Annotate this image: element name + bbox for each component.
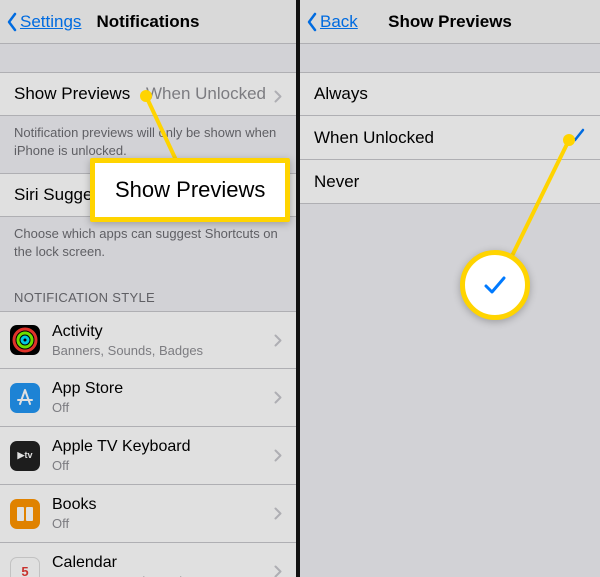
calendar-icon: 5 [10,557,40,577]
annotation-callout [460,250,530,320]
app-name: App Store [52,380,266,398]
appletv-icon: ▶tv [10,441,40,471]
chevron-right-icon [274,449,282,462]
app-row[interactable]: Books Off [0,485,296,543]
chevron-right-icon [274,334,282,347]
option-row[interactable]: Always [300,72,600,116]
app-subtitle: Off [52,516,266,531]
app-row[interactable]: ▶tv Apple TV Keyboard Off [0,427,296,485]
checkmark-icon [481,271,509,299]
app-text: Activity Banners, Sounds, Badges [52,323,266,358]
appstore-icon [10,383,40,413]
show-previews-footer: Notification previews will only be shown… [0,116,296,173]
chevron-left-icon [306,12,318,32]
back-button[interactable]: Settings [0,12,81,32]
chevron-left-icon [6,12,18,32]
books-icon [10,499,40,529]
app-text: Books Off [52,496,266,531]
siri-suggestions-chevron [266,189,282,202]
siri-suggestions-label: Siri Suggest [14,185,106,205]
activity-icon [10,325,40,355]
annotation-circle [460,250,530,320]
back-label: Back [320,12,358,32]
app-name: Calendar [52,554,266,572]
option-label: Always [314,84,368,104]
app-text: App Store Off [52,380,266,415]
show-previews-pane: Back Show Previews Always When Unlocked Ne… [300,0,600,577]
app-text: Apple TV Keyboard Off [52,438,266,473]
apps-list: Activity Banners, Sounds, Badges App Store… [0,311,296,577]
options-list: Always When Unlocked Never [300,72,600,204]
notification-style-header: NOTIFICATION STYLE [0,274,296,311]
back-label: Settings [20,12,81,32]
option-label: When Unlocked [314,128,434,148]
app-name: Apple TV Keyboard [52,438,266,456]
header: Settings Notifications [0,0,296,44]
app-name: Books [52,496,266,514]
option-label: Never [314,172,359,192]
back-button[interactable]: Back [300,12,358,32]
chevron-right-icon [274,565,282,577]
header: Back Show Previews [300,0,600,44]
checkmark-icon [568,126,586,149]
app-name: Activity [52,323,266,341]
app-row[interactable]: App Store Off [0,369,296,427]
app-row[interactable]: 5 CalendarBanners, Sounds, Badges [0,543,296,577]
app-subtitle: Banners, Sounds, Badges [52,343,266,358]
chevron-right-icon [274,88,282,101]
show-previews-row[interactable]: Show Previews When Unlocked [0,72,296,116]
show-previews-value: When Unlocked [146,84,282,104]
show-previews-label: Show Previews [14,84,130,104]
option-row[interactable]: Never [300,160,600,204]
chevron-right-icon [274,189,282,202]
siri-suggestions-row[interactable]: Siri Suggest [0,173,296,217]
siri-footer: Choose which apps can suggest Shortcuts … [0,217,296,274]
chevron-right-icon [274,391,282,404]
notifications-settings-pane: Settings Notifications Show Previews Whe… [0,0,300,577]
app-row[interactable]: Activity Banners, Sounds, Badges [0,311,296,369]
app-subtitle: Off [52,400,266,415]
chevron-right-icon [274,507,282,520]
app-subtitle: Off [52,458,266,473]
app-text: CalendarBanners, Sounds, Badges [52,554,266,577]
option-row[interactable]: When Unlocked [300,116,600,160]
